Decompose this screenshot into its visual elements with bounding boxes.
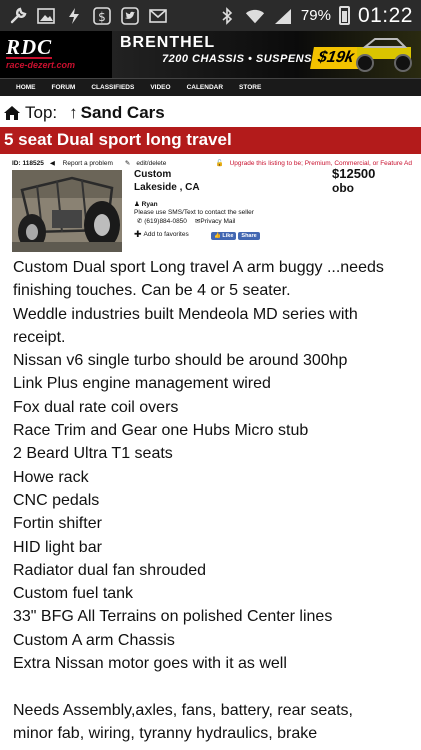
listing-id: ID: 118525 [12, 159, 44, 167]
megaphone-icon: ◀ [49, 160, 55, 167]
user-icon: ♟ [134, 201, 140, 208]
nav-video[interactable]: VIDEO [150, 84, 170, 91]
listing-info: Custom Lakeside , CA ♟ Ryan Please use S… [134, 169, 324, 240]
pencil-icon: ✎ [124, 160, 131, 167]
description-line: receipt. [13, 328, 66, 346]
description-line: Howe rack [13, 468, 89, 486]
edit-link[interactable]: ✎ edit/delete [125, 159, 172, 167]
upgrade-link[interactable]: 🔓 Upgrade this listing to be; Premium, Co… [215, 159, 418, 167]
description-line: Nissan v6 single turbo should be around … [13, 352, 348, 370]
nav-home[interactable]: HOME [16, 84, 36, 91]
bluetooth-icon [217, 6, 237, 26]
description-line: Fox dual rate coil overs [13, 398, 179, 416]
listing-photo[interactable] [12, 170, 122, 252]
price-block: $12500 obo [332, 166, 412, 196]
logo-subtext: race-dezert.com [6, 60, 76, 70]
description-line: Custom A arm Chassis [13, 631, 175, 649]
seller-name: ♟ Ryan [134, 201, 158, 208]
wrench-icon [8, 6, 28, 26]
description-line: Radiator dual fan shrouded [13, 561, 207, 579]
battery-percent: 79% [300, 7, 331, 24]
home-icon[interactable] [3, 105, 21, 121]
fb-like-button[interactable]: 👍 Like [211, 232, 237, 240]
listing-description: Custom Dual sport Long travel A arm bugg… [13, 256, 413, 745]
description-line: Custom Dual sport Long travel A arm bugg… [13, 259, 384, 276]
description-line: Extra Nissan motor goes with it as well [13, 655, 287, 673]
site-logo[interactable]: RDC race-dezert.com [0, 31, 112, 78]
ad-brand: BRENTHEL [120, 34, 216, 51]
up-arrow-icon: ↑ [69, 103, 78, 122]
site-banner: RDC race-dezert.com BRENTHEL 7200 CHASSI… [0, 31, 421, 78]
description-line: finishing touches. Can be 4 or 5 seater. [13, 282, 291, 300]
contact-row: ✆ (619)884-0850 ✉Privacy Mail [134, 217, 324, 225]
logo-text: RDC [6, 35, 53, 59]
description-line: CNC pedals [13, 491, 100, 509]
lock-icon: 🔓 [215, 160, 224, 167]
ad-banner[interactable]: BRENTHEL 7200 CHASSIS • SUSPENSION $19k [112, 31, 421, 78]
plus-icon: ✚ [134, 229, 142, 239]
facebook-buttons: 👍 Like Share [211, 232, 260, 240]
listing-location: Lakeside , CA [134, 182, 200, 193]
twitter-icon [120, 6, 140, 26]
breadcrumb-category[interactable]: Sand Cars [81, 103, 165, 123]
description-line: Race Trim and Gear one Hubs Micro stub [13, 422, 309, 440]
breadcrumb: Top: ↑ Sand Cars [0, 100, 421, 126]
description-line: Custom fuel tank [13, 585, 134, 603]
description-line: minor fab, wiring, tyranny hydraulics, b… [13, 724, 318, 742]
mail-icon [148, 6, 168, 26]
price-note: obo [332, 181, 354, 195]
phone-icon: ✆ [137, 218, 143, 225]
fb-share-button[interactable]: Share [238, 232, 260, 240]
nav-store[interactable]: STORE [239, 84, 261, 91]
description-line: 2 Beard Ultra T1 seats [13, 445, 173, 463]
truck-image [356, 38, 412, 72]
wifi-icon [245, 6, 265, 26]
listing-title: 5 seat Dual sport long travel [0, 127, 421, 154]
description-line: 33" BFG All Terrains on polished Center … [13, 608, 333, 626]
privacy-mail-link[interactable]: ✉Privacy Mail [195, 217, 236, 225]
thumbs-up-icon: 👍 [214, 233, 221, 239]
svg-text:$: $ [98, 10, 106, 24]
description-line: Weddle industries built Mendeola MD seri… [13, 305, 358, 323]
listing-type: Custom [134, 169, 172, 180]
description-line: Needs Assembly,axles, fans, battery, rea… [13, 701, 353, 719]
description-line: Fortin shifter [13, 515, 102, 533]
contact-note: Please use SMS/Text to contact the selle… [134, 209, 254, 216]
nav-forum[interactable]: FORUM [52, 84, 76, 91]
system-icons: 79% 01:22 [217, 4, 413, 28]
phone-link[interactable]: ✆ (619)884-0850 [137, 217, 187, 225]
report-link[interactable]: ◀ Report a problem [50, 159, 119, 167]
signal-icon [273, 6, 293, 26]
description-line: Link Plus engine management wired [13, 375, 271, 393]
breadcrumb-top[interactable]: Top: [25, 103, 57, 123]
nav-classifieds[interactable]: CLASSIFIEDS [91, 84, 134, 91]
description-line: HID light bar [13, 538, 102, 556]
notification-icons: $ [8, 6, 168, 26]
nav-calendar[interactable]: CALENDAR [187, 84, 223, 91]
status-bar: $ 79% 01:22 [0, 0, 421, 31]
dollar-icon: $ [92, 6, 112, 26]
image-icon [36, 6, 56, 26]
ad-tagline: 7200 CHASSIS • SUSPENSION [162, 53, 334, 65]
bolt-icon [64, 6, 84, 26]
price: $12500 [332, 166, 376, 181]
clock: 01:22 [357, 3, 413, 27]
battery-icon [338, 6, 350, 25]
main-nav: HOME FORUM CLASSIFIEDS VIDEO CALENDAR ST… [0, 78, 421, 96]
